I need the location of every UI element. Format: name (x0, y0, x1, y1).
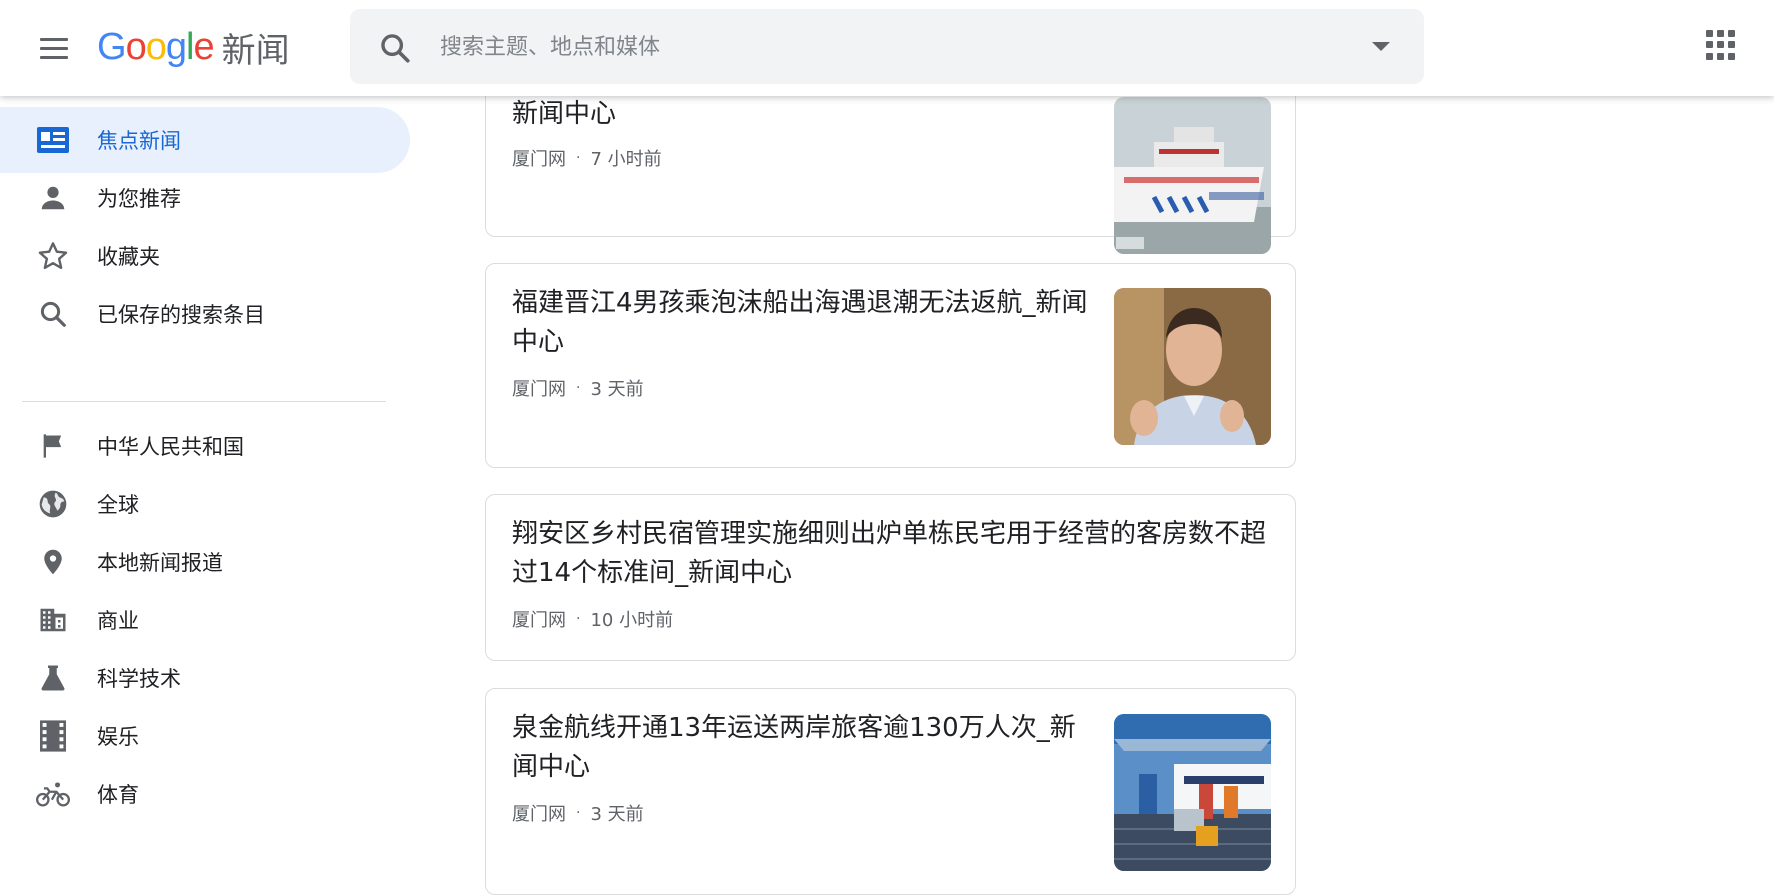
sidebar-item-favorites[interactable]: 收藏夹 (0, 223, 410, 289)
sidebar-item-label: 体育 (97, 783, 139, 807)
sidebar-item-label: 科学技术 (97, 667, 181, 691)
search-icon (36, 297, 70, 331)
flask-icon (36, 661, 70, 695)
sidebar-item-label: 收藏夹 (97, 245, 160, 269)
meta-separator: · (576, 805, 581, 821)
sidebar-item-saved-searches[interactable]: 已保存的搜索条目 (0, 281, 410, 347)
sidebar-item-entertainment[interactable]: 娱乐 (0, 703, 410, 769)
sidebar-item-science-tech[interactable]: 科学技术 (0, 645, 410, 711)
article-thumbnail-ferry-dock[interactable] (1114, 714, 1271, 871)
sidebar-item-for-you[interactable]: 为您推荐 (0, 165, 410, 231)
sidebar-item-top-stories[interactable]: 焦点新闻 (0, 107, 410, 173)
article-card[interactable]: 泉金航线开通13年运送两岸旅客逾130万人次_新闻中心 厦门网 · 3 天前 (485, 688, 1296, 895)
top-app-bar: G o o g l e 新闻 (0, 0, 1774, 96)
logo-product-name: 新闻 (221, 30, 290, 71)
globe-icon (36, 487, 70, 521)
sidebar-item-label: 娱乐 (97, 725, 139, 749)
person-icon (36, 181, 70, 215)
article-source[interactable]: 厦门网 (512, 375, 566, 401)
article-time: 3 天前 (590, 804, 644, 825)
article-title[interactable]: 福建晋江4男孩乘泡沫船出海遇退潮无法返航_新闻中心 (512, 284, 1092, 362)
article-card[interactable]: 翔安区乡村民宿管理实施细则出炉单栋民宅用于经营的客房数不超过14个标准间_新闻中… (485, 494, 1296, 661)
apps-grid-icon[interactable] (1706, 30, 1736, 60)
sidebar-item-label: 商业 (97, 609, 139, 633)
sidebar-item-label: 为您推荐 (97, 187, 181, 211)
search-options-chevron-down-icon[interactable] (1372, 42, 1390, 51)
sidebar-item-label: 已保存的搜索条目 (97, 303, 265, 327)
sidebar-nav: 焦点新闻 为您推荐 收藏夹 已保存的搜索条目 中华人民共和国 全球 本地新闻报道… (0, 96, 410, 895)
sidebar-divider (22, 401, 386, 402)
sidebar-item-label: 全球 (97, 493, 139, 517)
sidebar-item-label: 焦点新闻 (97, 129, 181, 153)
article-title[interactable]: 泉金航线开通13年运送两岸旅客逾130万人次_新闻中心 (512, 709, 1092, 787)
logo-letter: o (145, 25, 167, 68)
star-icon (36, 239, 70, 273)
sidebar-item-world[interactable]: 全球 (0, 471, 410, 537)
logo-letter: e (193, 25, 214, 68)
article-time: 3 天前 (590, 379, 644, 400)
sidebar-item-sports[interactable]: 体育 (0, 761, 410, 827)
article-title[interactable]: 新闻中心 (512, 95, 1092, 134)
article-thumbnail-portrait[interactable] (1114, 288, 1271, 445)
article-source[interactable]: 厦门网 (512, 800, 566, 826)
logo-letter: l (185, 25, 195, 68)
article-meta: 厦门网 · 10 小时前 (512, 606, 673, 632)
article-meta: 厦门网 · 3 天前 (512, 800, 644, 826)
meta-separator: · (576, 611, 581, 627)
article-time: 7 小时前 (590, 149, 662, 170)
article-time: 10 小时前 (590, 610, 674, 631)
logo-letter: o (125, 25, 147, 68)
bicycle-icon (36, 777, 70, 811)
sidebar-item-label: 中华人民共和国 (97, 435, 244, 459)
sidebar-item-local-news[interactable]: 本地新闻报道 (0, 529, 410, 595)
sidebar-item-label: 本地新闻报道 (97, 551, 223, 575)
business-building-icon (36, 603, 70, 637)
google-news-logo[interactable]: G o o g l e 新闻 (97, 22, 290, 72)
logo-letter: g (165, 25, 187, 68)
search-icon[interactable] (378, 31, 412, 65)
article-card[interactable]: 福建晋江4男孩乘泡沫船出海遇退潮无法返航_新闻中心 厦门网 · 3 天前 (485, 263, 1296, 468)
flag-icon (36, 429, 70, 463)
meta-separator: · (576, 380, 581, 396)
article-thumbnail-ship[interactable] (1114, 97, 1271, 254)
search-input[interactable] (440, 27, 1340, 67)
article-source[interactable]: 厦门网 (512, 606, 566, 632)
film-icon (36, 719, 70, 753)
search-bar[interactable] (350, 9, 1424, 84)
hamburger-menu-icon[interactable] (28, 26, 80, 70)
article-meta: 厦门网 · 7 小时前 (512, 145, 662, 171)
location-pin-icon (36, 545, 70, 579)
sidebar-item-china[interactable]: 中华人民共和国 (0, 413, 410, 479)
article-meta: 厦门网 · 3 天前 (512, 375, 644, 401)
meta-separator: · (576, 150, 581, 166)
article-source[interactable]: 厦门网 (512, 145, 566, 171)
article-title[interactable]: 翔安区乡村民宿管理实施细则出炉单栋民宅用于经营的客房数不超过14个标准间_新闻中… (512, 515, 1272, 593)
sidebar-item-business[interactable]: 商业 (0, 587, 410, 653)
logo-letter: G (97, 25, 127, 68)
newspaper-icon (36, 123, 70, 157)
